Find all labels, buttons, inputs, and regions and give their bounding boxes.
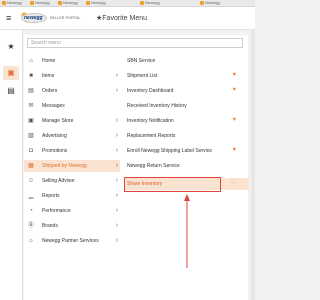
annotation-arrow [184, 194, 190, 268]
scrollbar[interactable] [251, 30, 255, 300]
annotation-arrow-head [184, 194, 190, 201]
